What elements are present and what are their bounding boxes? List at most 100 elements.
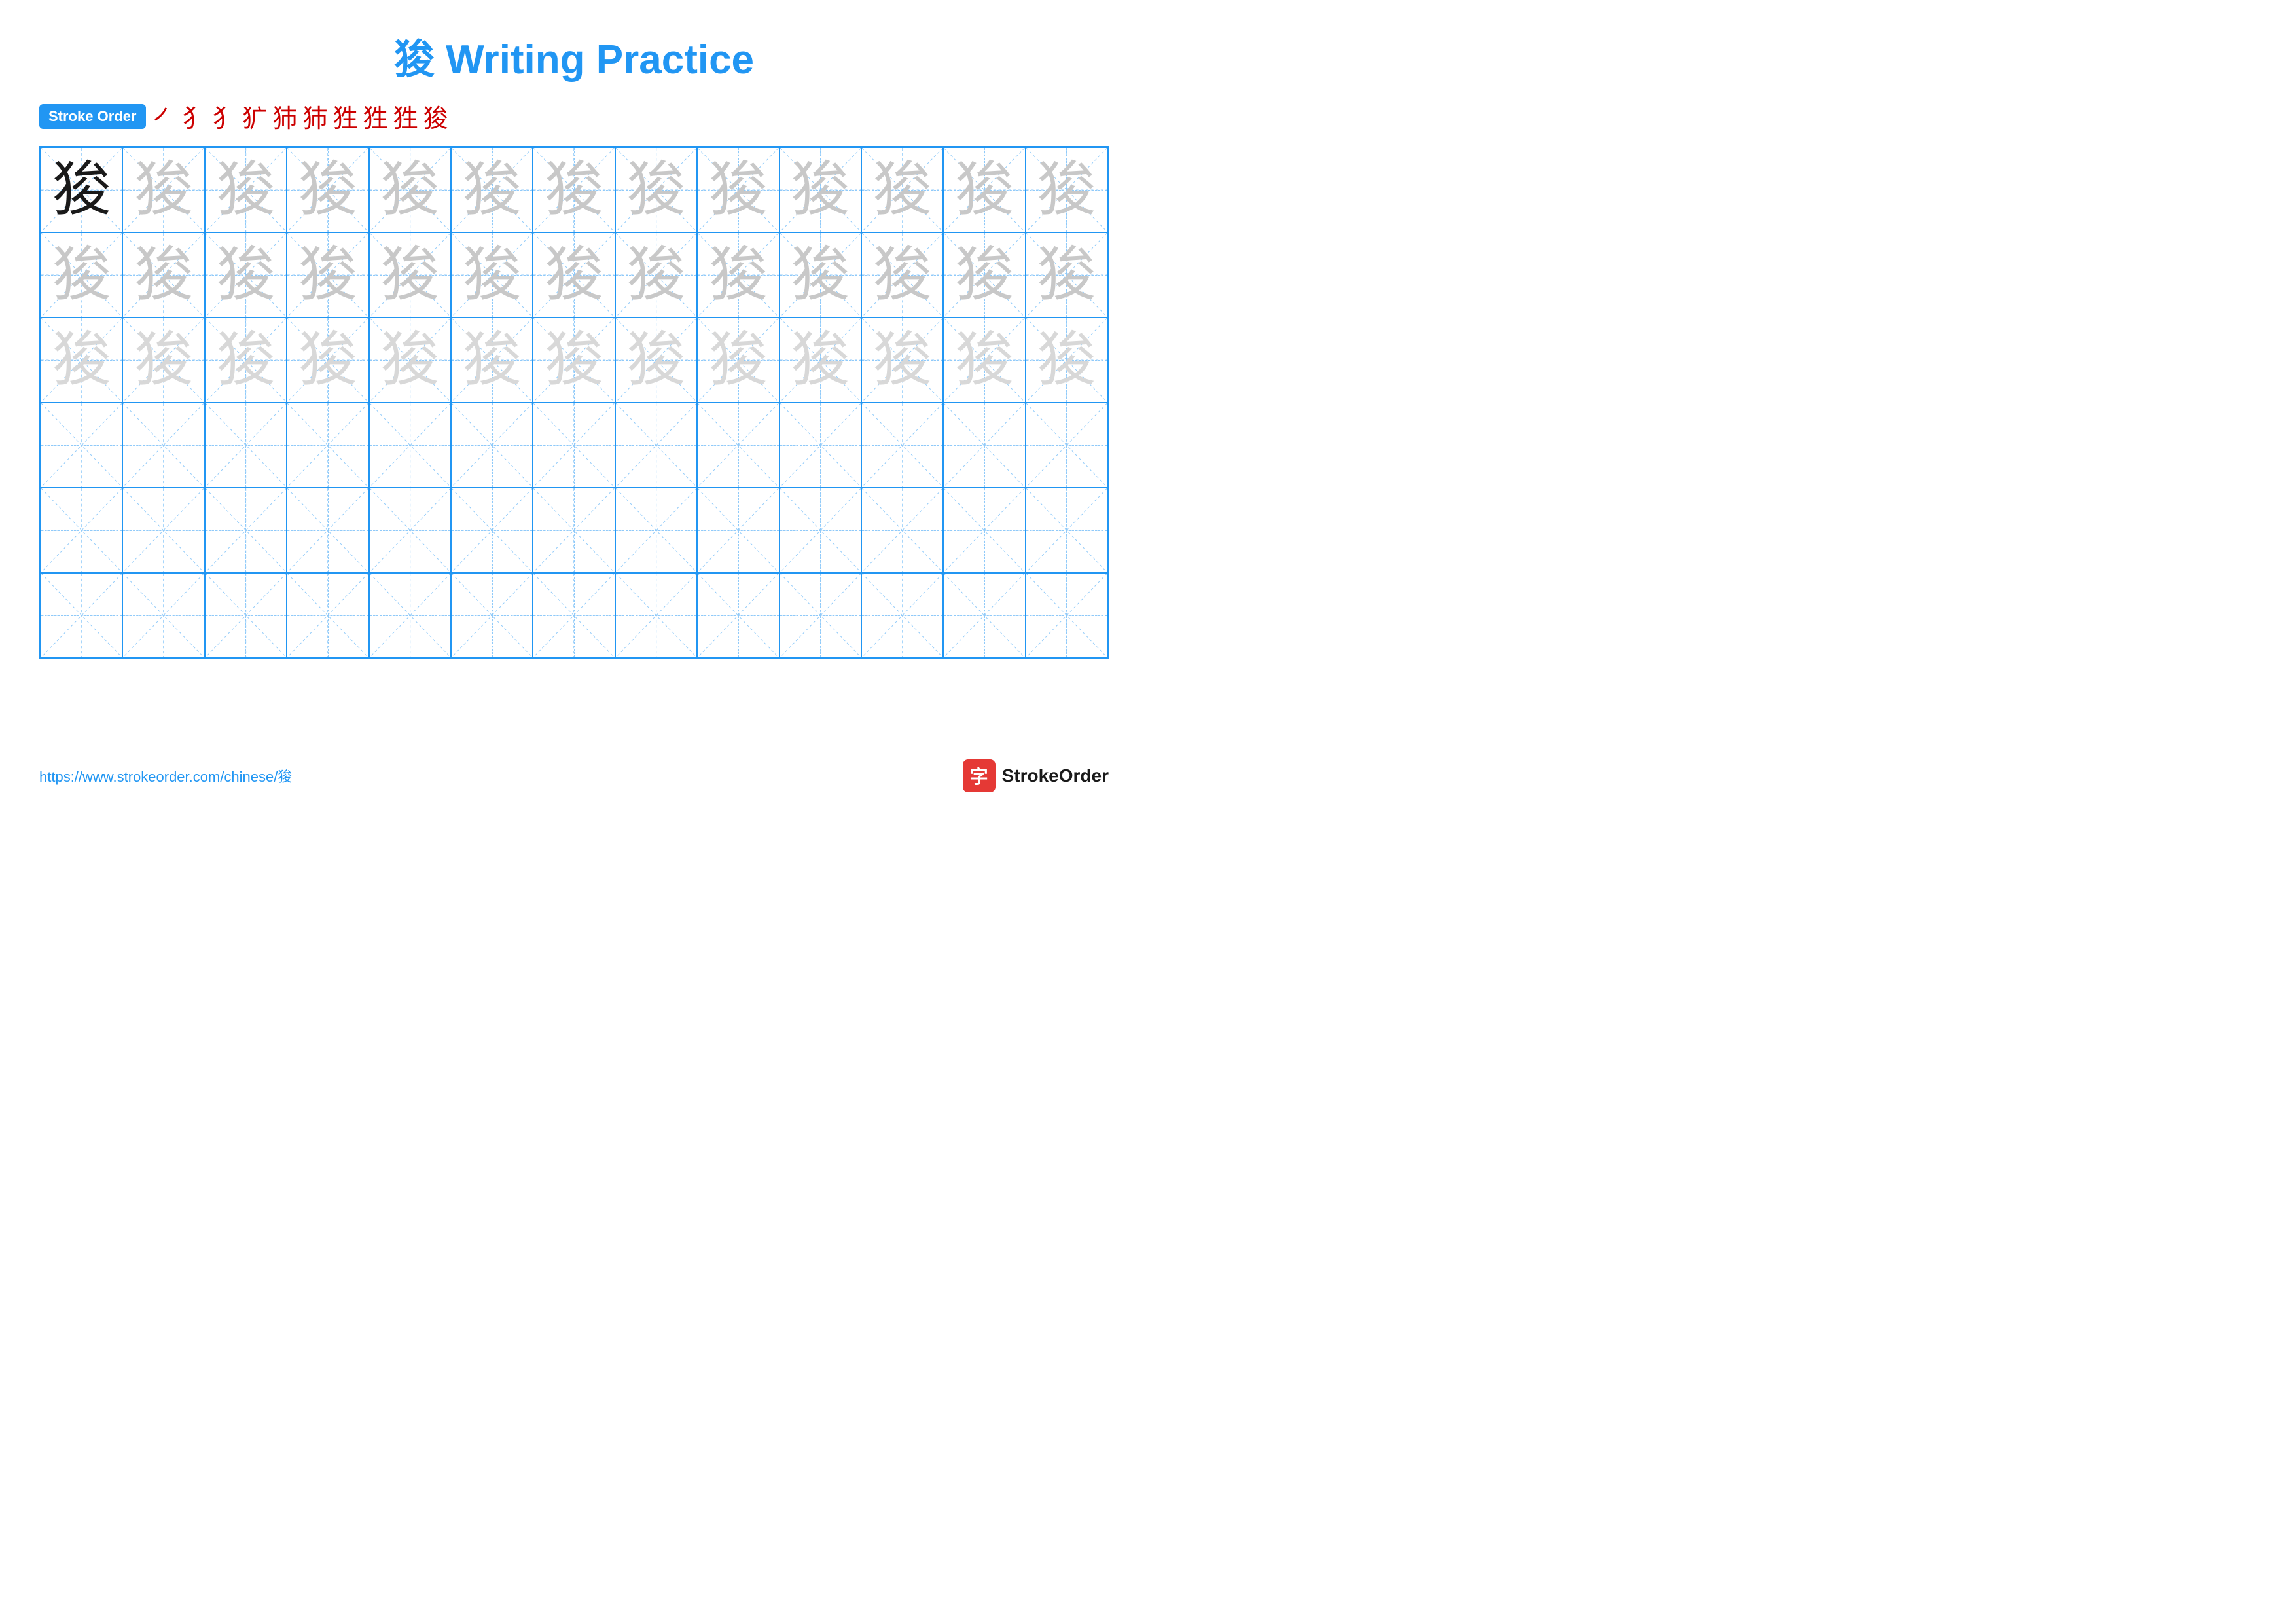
grid-cell[interactable]: 狻 bbox=[533, 318, 615, 403]
grid-cell[interactable]: 狻 bbox=[697, 318, 779, 403]
grid-cell[interactable]: 狻 bbox=[697, 232, 779, 318]
grid-cell[interactable]: 狻 bbox=[41, 318, 122, 403]
grid-cell[interactable]: 狻 bbox=[861, 147, 943, 232]
grid-cell[interactable]: 狻 bbox=[122, 318, 204, 403]
grid-cell[interactable]: 狻 bbox=[41, 147, 122, 232]
character-light: 狻 bbox=[41, 233, 122, 317]
grid-cell-empty[interactable] bbox=[697, 403, 779, 488]
grid-cell[interactable]: 狻 bbox=[943, 147, 1025, 232]
grid-cell-empty[interactable] bbox=[615, 488, 697, 573]
grid-cell-empty[interactable] bbox=[697, 488, 779, 573]
grid-cell-empty[interactable] bbox=[533, 488, 615, 573]
grid-cell-empty[interactable] bbox=[41, 403, 122, 488]
grid-cell-empty[interactable] bbox=[697, 573, 779, 658]
grid-cell[interactable]: 狻 bbox=[615, 232, 697, 318]
grid-cell-empty[interactable] bbox=[943, 403, 1025, 488]
grid-cell-empty[interactable] bbox=[943, 488, 1025, 573]
grid-cell-empty[interactable] bbox=[861, 403, 943, 488]
grid-cell-empty[interactable] bbox=[287, 573, 368, 658]
grid-cell[interactable]: 狻 bbox=[780, 147, 861, 232]
character-light: 狻 bbox=[616, 233, 696, 317]
grid-cell-empty[interactable] bbox=[780, 403, 861, 488]
grid-cell[interactable]: 狻 bbox=[287, 232, 368, 318]
grid-cell[interactable]: 狻 bbox=[205, 147, 287, 232]
footer-url: https://www.strokeorder.com/chinese/狻 bbox=[39, 765, 292, 786]
grid-cell-empty[interactable] bbox=[533, 573, 615, 658]
grid-cell[interactable]: 狻 bbox=[205, 232, 287, 318]
character-light: 狻 bbox=[616, 148, 696, 232]
grid-cell[interactable]: 狻 bbox=[943, 232, 1025, 318]
grid-cell[interactable]: 狻 bbox=[1026, 318, 1107, 403]
grid-cell[interactable]: 狻 bbox=[369, 147, 451, 232]
grid-cell[interactable]: 狻 bbox=[533, 147, 615, 232]
grid-cell[interactable]: 狻 bbox=[451, 232, 533, 318]
footer-logo: 字 StrokeOrder bbox=[963, 759, 1109, 792]
grid-cell-empty[interactable] bbox=[1026, 573, 1107, 658]
character-light: 狻 bbox=[862, 148, 942, 232]
grid-cell[interactable]: 狻 bbox=[122, 232, 204, 318]
grid-cell-empty[interactable] bbox=[41, 488, 122, 573]
grid-cell[interactable]: 狻 bbox=[697, 147, 779, 232]
grid-cell-empty[interactable] bbox=[451, 488, 533, 573]
grid-cell-empty[interactable] bbox=[615, 573, 697, 658]
grid-cell-empty[interactable] bbox=[861, 573, 943, 658]
grid-cell[interactable]: 狻 bbox=[451, 318, 533, 403]
character-light: 狻 bbox=[533, 148, 614, 232]
grid-cell-empty[interactable] bbox=[451, 403, 533, 488]
grid-cell[interactable]: 狻 bbox=[780, 318, 861, 403]
character-light: 狻 bbox=[206, 148, 286, 232]
grid-cell[interactable]: 狻 bbox=[1026, 232, 1107, 318]
grid-cell-empty[interactable] bbox=[780, 488, 861, 573]
stroke-1: ㇒ bbox=[152, 98, 177, 134]
stroke-8: 狌 bbox=[363, 98, 388, 134]
character-lighter: 狻 bbox=[1026, 318, 1107, 402]
grid-cell[interactable]: 狻 bbox=[205, 318, 287, 403]
grid-cell-empty[interactable] bbox=[205, 403, 287, 488]
grid-cell[interactable]: 狻 bbox=[615, 147, 697, 232]
grid-cell-empty[interactable] bbox=[205, 573, 287, 658]
grid-cell-empty[interactable] bbox=[533, 403, 615, 488]
grid-cell[interactable]: 狻 bbox=[451, 147, 533, 232]
character-light: 狻 bbox=[698, 233, 778, 317]
grid-cell[interactable]: 狻 bbox=[287, 318, 368, 403]
title-text: 狻 Writing Practice bbox=[394, 37, 754, 82]
character-lighter: 狻 bbox=[944, 318, 1024, 402]
grid-cell[interactable]: 狻 bbox=[943, 318, 1025, 403]
grid-cell-empty[interactable] bbox=[205, 488, 287, 573]
character-light: 狻 bbox=[533, 233, 614, 317]
character-lighter: 狻 bbox=[41, 318, 122, 402]
grid-cell[interactable]: 狻 bbox=[533, 232, 615, 318]
grid-cell[interactable]: 狻 bbox=[287, 147, 368, 232]
grid-cell-empty[interactable] bbox=[369, 403, 451, 488]
grid-cell-empty[interactable] bbox=[1026, 403, 1107, 488]
grid-cell-empty[interactable] bbox=[41, 573, 122, 658]
grid-cell[interactable]: 狻 bbox=[615, 318, 697, 403]
grid-cell[interactable]: 狻 bbox=[861, 318, 943, 403]
grid-cell[interactable]: 狻 bbox=[369, 232, 451, 318]
grid-cell-empty[interactable] bbox=[780, 573, 861, 658]
grid-cell-empty[interactable] bbox=[122, 573, 204, 658]
stroke-6: 犻 bbox=[303, 98, 328, 134]
grid-cell[interactable]: 狻 bbox=[41, 232, 122, 318]
grid-cell[interactable]: 狻 bbox=[780, 232, 861, 318]
character-light: 狻 bbox=[944, 148, 1024, 232]
grid-cell-empty[interactable] bbox=[287, 403, 368, 488]
grid-cell-empty[interactable] bbox=[1026, 488, 1107, 573]
grid-cell-empty[interactable] bbox=[451, 573, 533, 658]
character-lighter: 狻 bbox=[452, 318, 532, 402]
character-light: 狻 bbox=[1026, 148, 1107, 232]
grid-cell-empty[interactable] bbox=[122, 403, 204, 488]
grid-cell[interactable]: 狻 bbox=[369, 318, 451, 403]
grid-cell-empty[interactable] bbox=[943, 573, 1025, 658]
grid-cell-empty[interactable] bbox=[861, 488, 943, 573]
grid-cell-empty[interactable] bbox=[369, 573, 451, 658]
grid-cell-empty[interactable] bbox=[369, 488, 451, 573]
grid-row-5 bbox=[41, 488, 1107, 573]
grid-cell[interactable]: 狻 bbox=[122, 147, 204, 232]
grid-cell[interactable]: 狻 bbox=[861, 232, 943, 318]
grid-row-6 bbox=[41, 573, 1107, 658]
grid-cell[interactable]: 狻 bbox=[1026, 147, 1107, 232]
grid-cell-empty[interactable] bbox=[122, 488, 204, 573]
grid-cell-empty[interactable] bbox=[615, 403, 697, 488]
grid-cell-empty[interactable] bbox=[287, 488, 368, 573]
